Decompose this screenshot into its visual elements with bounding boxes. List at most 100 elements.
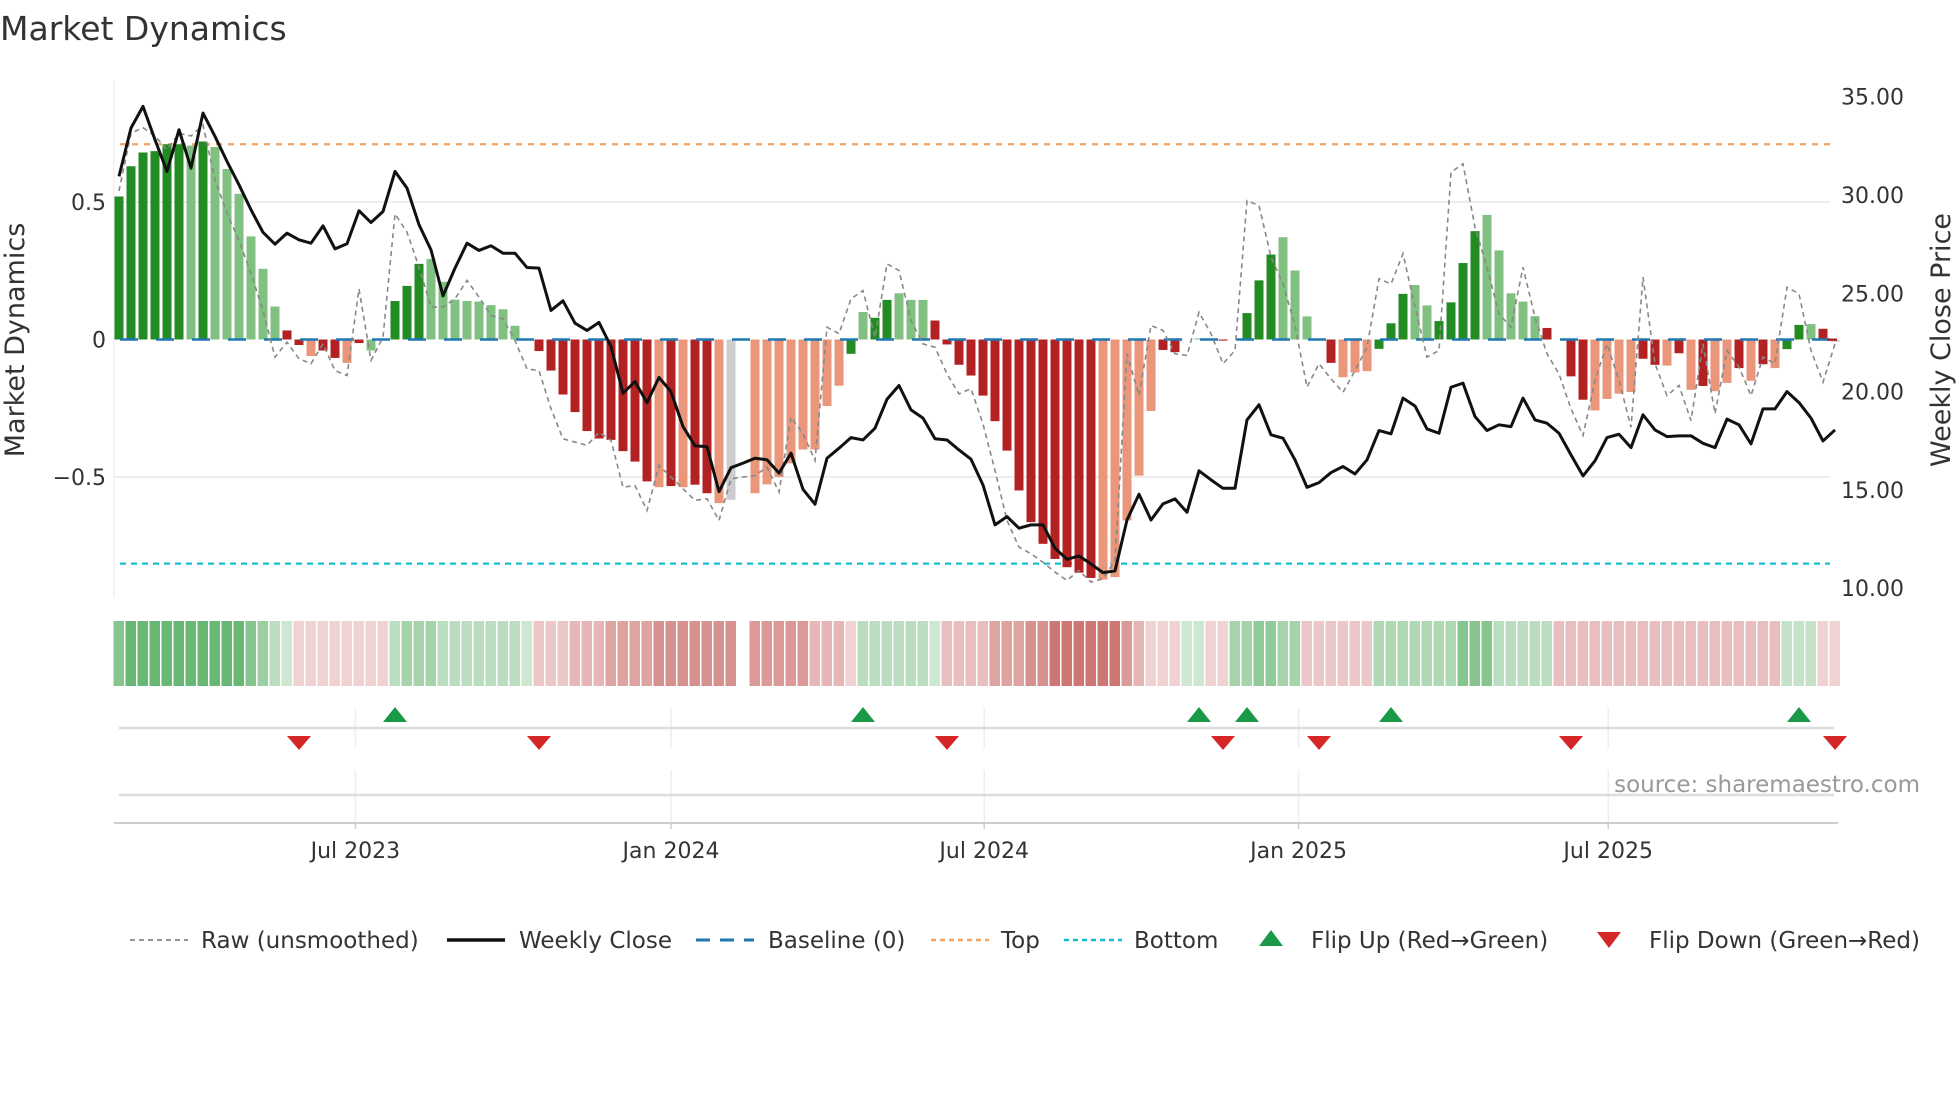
regime-cell bbox=[857, 621, 868, 686]
regime-cell bbox=[161, 621, 172, 686]
dynamics-bar bbox=[858, 312, 868, 340]
regime-cell bbox=[113, 621, 124, 686]
regime-cell bbox=[1061, 621, 1072, 686]
regime-cell bbox=[449, 621, 460, 686]
legend-flip-down-icon bbox=[1597, 932, 1621, 948]
legend-label: Baseline (0) bbox=[768, 928, 905, 954]
regime-cell bbox=[1169, 621, 1180, 686]
dynamics-bar bbox=[618, 339, 628, 452]
dynamics-bar bbox=[1614, 339, 1624, 394]
regime-cell bbox=[1613, 621, 1624, 686]
dynamics-bar bbox=[630, 339, 640, 462]
regime-cell bbox=[401, 621, 412, 686]
dynamics-bar bbox=[246, 236, 256, 340]
dynamics-bar bbox=[702, 339, 712, 494]
dynamics-bar bbox=[126, 166, 136, 340]
regime-cell bbox=[1793, 621, 1804, 686]
regime-cell bbox=[809, 621, 820, 686]
dynamics-bar bbox=[786, 339, 796, 464]
x-axis-ticks: Jul 2023 Jan 2024 Jul 2024 Jan 2025 Jul 2025 bbox=[309, 823, 1653, 864]
dynamics-bar bbox=[1602, 339, 1612, 399]
dynamics-bar bbox=[882, 299, 892, 340]
regime-cell bbox=[1745, 621, 1756, 686]
regime-cell bbox=[677, 621, 688, 686]
dynamics-bar bbox=[990, 339, 1000, 422]
dynamics-bar bbox=[1782, 339, 1792, 350]
flip-up-marker-icon bbox=[1187, 707, 1211, 722]
regime-strip bbox=[113, 621, 1840, 686]
dynamics-bar bbox=[642, 339, 652, 482]
regime-cell bbox=[821, 621, 832, 686]
dynamics-bar bbox=[1422, 305, 1432, 340]
regime-cell bbox=[1589, 621, 1600, 686]
regime-cell bbox=[665, 621, 676, 686]
regime-cell bbox=[485, 621, 496, 686]
dynamics-bar bbox=[1818, 328, 1828, 340]
left-tick-label: 0.5 bbox=[71, 191, 106, 216]
dynamics-bar bbox=[1026, 339, 1036, 523]
regime-cell bbox=[557, 621, 568, 686]
dynamics-bar bbox=[1050, 339, 1060, 559]
regime-cell bbox=[521, 621, 532, 686]
regime-cell bbox=[1361, 621, 1372, 686]
regime-cell bbox=[605, 621, 616, 686]
regime-cell bbox=[1829, 621, 1840, 686]
flip-down-marker-icon bbox=[1211, 736, 1235, 750]
source-label: source: sharemaestro.com bbox=[1614, 772, 1920, 798]
dynamics-bar bbox=[1014, 339, 1024, 491]
regime-cell bbox=[1433, 621, 1444, 686]
flip-up-marker-icon bbox=[1235, 707, 1259, 722]
dynamics-bar bbox=[1434, 321, 1444, 340]
regime-cell bbox=[1157, 621, 1168, 686]
regime-cell bbox=[509, 621, 520, 686]
dynamics-bar bbox=[1542, 327, 1552, 340]
dynamics-bar bbox=[1326, 339, 1336, 363]
dynamics-bar bbox=[1566, 339, 1576, 377]
dynamics-bar bbox=[1146, 339, 1156, 411]
left-axis-label: Market Dynamics bbox=[0, 223, 31, 458]
regime-cell bbox=[1121, 621, 1132, 686]
regime-cell bbox=[1409, 621, 1420, 686]
regime-cell bbox=[1217, 621, 1228, 686]
regime-cell bbox=[1385, 621, 1396, 686]
regime-cell bbox=[305, 621, 316, 686]
flip-down-marker-icon bbox=[935, 736, 959, 750]
legend-label: Bottom bbox=[1134, 928, 1218, 954]
regime-cell bbox=[641, 621, 652, 686]
dynamics-bar bbox=[162, 144, 172, 340]
dynamics-bar bbox=[1278, 237, 1288, 340]
regime-cell bbox=[1133, 621, 1144, 686]
regime-cell bbox=[1469, 621, 1480, 686]
regime-cell bbox=[1661, 621, 1672, 686]
regime-cell bbox=[1577, 621, 1588, 686]
x-tick-label: Jul 2025 bbox=[1561, 839, 1653, 864]
dynamics-bar bbox=[966, 339, 976, 376]
regime-cell bbox=[917, 621, 928, 686]
regime-cell bbox=[1817, 621, 1828, 686]
regime-cell bbox=[833, 621, 844, 686]
regime-cell bbox=[569, 621, 580, 686]
regime-cell bbox=[185, 621, 196, 686]
dynamics-bar bbox=[270, 306, 280, 340]
regime-cell bbox=[1193, 621, 1204, 686]
dynamics-bar bbox=[582, 339, 592, 432]
regime-cell bbox=[869, 621, 880, 686]
regime-cell bbox=[1457, 621, 1468, 686]
regime-cell bbox=[1697, 621, 1708, 686]
regime-cell bbox=[1445, 621, 1456, 686]
dynamics-bar bbox=[1494, 250, 1504, 340]
regime-cell bbox=[617, 621, 628, 686]
regime-cell bbox=[1205, 621, 1216, 686]
dynamics-bar bbox=[750, 339, 760, 494]
flip-up-marker-icon bbox=[1379, 707, 1403, 722]
regime-cell bbox=[149, 621, 160, 686]
dynamics-bar bbox=[1506, 293, 1516, 340]
legend-label: Top bbox=[1000, 928, 1040, 954]
regime-cell bbox=[461, 621, 472, 686]
regime-cell bbox=[1181, 621, 1192, 686]
y-axis-ticks: 0.5 0 −0.5 35.00 30.00 25.00 20.00 15.00 10.00 bbox=[53, 86, 1904, 602]
right-axis-label: Weekly Close Price bbox=[1926, 213, 1957, 467]
flip-down-marker-icon bbox=[287, 736, 311, 750]
regime-cell bbox=[1289, 621, 1300, 686]
dynamics-bar bbox=[1158, 339, 1168, 350]
